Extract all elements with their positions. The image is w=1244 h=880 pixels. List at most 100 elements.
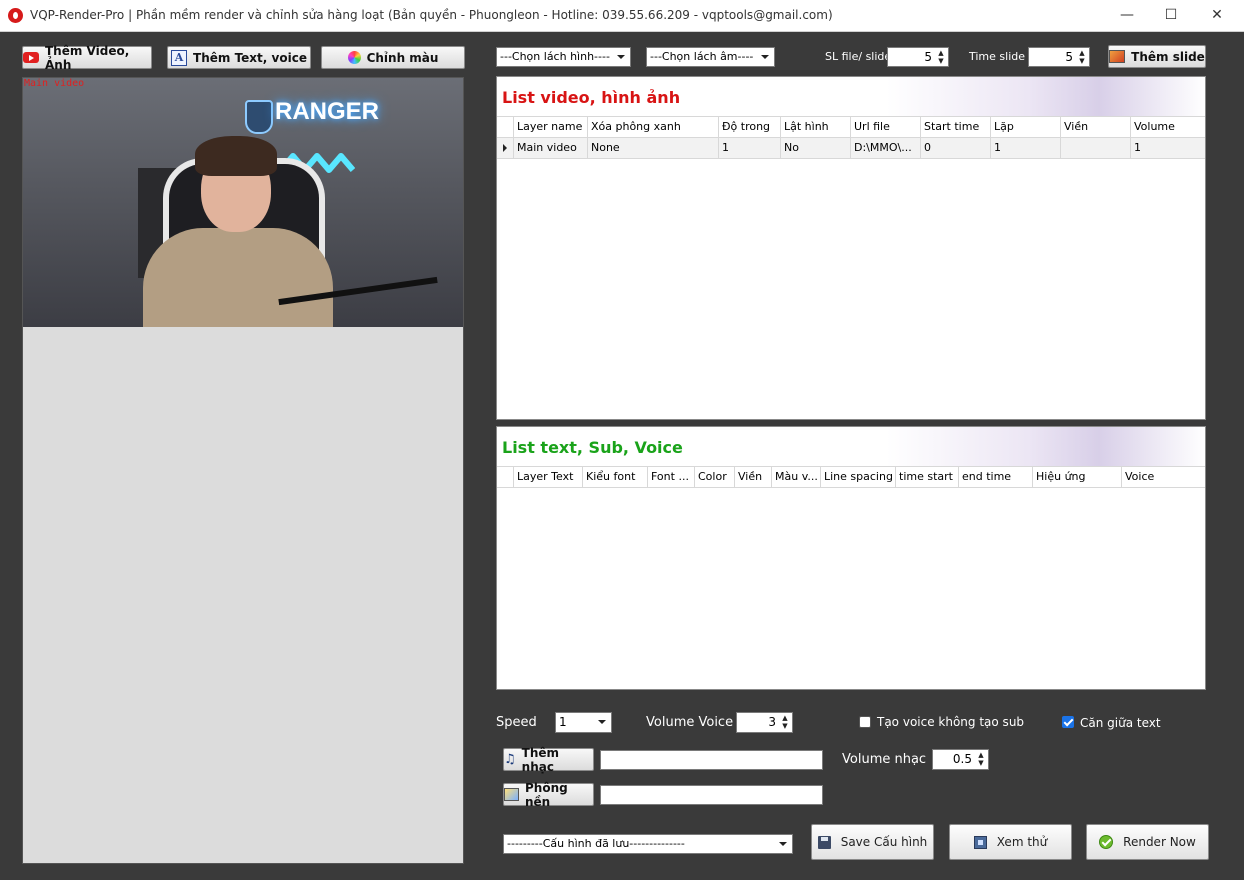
spinner-arrows-icon[interactable]: ▲ ▼ (780, 714, 790, 730)
add-music-button[interactable]: ♫ Thêm nhạc (503, 745, 594, 774)
column-header[interactable]: Độ trong (718, 117, 780, 137)
background-image-icon (504, 788, 519, 801)
video-list-panel: List video, hình ảnh Layer name Xóa phôn… (496, 76, 1206, 420)
table-cell[interactable] (1060, 138, 1130, 158)
table-cell[interactable]: None (587, 138, 718, 158)
volume-voice-spinner[interactable]: 3 ▲ ▼ (736, 712, 793, 733)
video-frame[interactable]: RANGER Main video (23, 78, 463, 327)
column-header[interactable]: Url file (850, 117, 920, 137)
title-bar: VQP-Render-Pro | Phần mềm render và chỉn… (0, 0, 1244, 32)
volume-music-spinner[interactable]: 0.5 ▲ ▼ (932, 749, 989, 770)
color-adjust-label: Chỉnh màu (366, 50, 439, 65)
app-icon (8, 8, 23, 23)
column-header[interactable]: Layer Text (513, 467, 582, 487)
background-label: Phông nền (525, 780, 568, 809)
text-list-grid[interactable]: Layer Text Kiểu font Font ... Color Viền… (497, 466, 1205, 488)
render-now-label: Render Now (1123, 835, 1196, 849)
audio-transition-select[interactable]: ---Chọn lách âm---- (646, 47, 775, 67)
column-header[interactable]: Hiệu ứng (1032, 467, 1121, 487)
voice-no-sub-label: Tạo voice không tạo sub (877, 715, 1025, 729)
time-slide-label: Time slide (969, 50, 1026, 63)
add-slide-button[interactable]: Thêm slide (1108, 45, 1206, 68)
image-transition-value: ---Chọn lách hình---- (500, 50, 610, 63)
table-cell[interactable]: 1 (1130, 138, 1205, 158)
add-music-label: Thêm nhạc (521, 745, 560, 774)
column-header[interactable]: Lặp (990, 117, 1060, 137)
column-header[interactable]: Lật hình (780, 117, 850, 137)
row-selector[interactable] (497, 138, 513, 158)
table-cell[interactable]: Main video (513, 138, 587, 158)
layer-overlay-label: Main video (24, 78, 85, 89)
render-now-button[interactable]: Render Now (1086, 824, 1209, 860)
add-text-label: Thêm Text, voice (193, 50, 307, 65)
preview-canvas[interactable]: RANGER Main video (22, 77, 464, 864)
table-cell[interactable]: 1 (718, 138, 780, 158)
window-title: VQP-Render-Pro | Phần mềm render và chỉn… (30, 8, 833, 22)
speed-value: 1 (559, 715, 567, 729)
save-config-button[interactable]: Save Cấu hình (811, 824, 934, 860)
table-row[interactable]: Main video None 1 No D:\MMO\... 0 1 1 (497, 138, 1205, 159)
background-button[interactable]: Phông nền (503, 780, 594, 809)
add-video-button[interactable]: Thêm Video, Ảnh (22, 44, 152, 72)
text-list-header: List text, Sub, Voice (497, 427, 1205, 466)
row-pointer-icon (503, 144, 507, 152)
speed-select[interactable]: 1 (555, 712, 612, 733)
files-per-slide-value: 5 (924, 50, 932, 64)
time-slide-value: 5 (1065, 50, 1073, 64)
spinner-arrows-icon[interactable]: ▲ ▼ (976, 751, 986, 767)
add-slide-label: Thêm slide (1131, 49, 1205, 64)
background-path-input[interactable] (600, 785, 823, 805)
column-header[interactable]: Viền (734, 467, 771, 487)
column-header[interactable]: Xóa phông xanh (587, 117, 718, 137)
close-button[interactable]: ✕ (1194, 0, 1240, 31)
floppy-disk-icon (817, 835, 831, 849)
column-header[interactable]: time start (895, 467, 958, 487)
table-cell[interactable]: No (780, 138, 850, 158)
table-cell[interactable]: 1 (990, 138, 1060, 158)
check-circle-icon (1099, 835, 1114, 849)
column-header[interactable]: Kiểu font (582, 467, 647, 487)
column-header[interactable]: Màu v... (771, 467, 820, 487)
column-header[interactable]: Layer name (513, 117, 587, 137)
video-list-grid[interactable]: Layer name Xóa phông xanh Độ trong Lật h… (497, 116, 1205, 159)
text-list-title: List text, Sub, Voice (502, 438, 683, 457)
video-list-header: List video, hình ảnh (497, 77, 1205, 116)
image-transition-select[interactable]: ---Chọn lách hình---- (496, 47, 631, 67)
maximize-button[interactable]: ☐ (1148, 0, 1194, 31)
column-header[interactable]: Voice (1121, 467, 1205, 487)
video-list-title: List video, hình ảnh (502, 88, 681, 107)
music-note-icon: ♫ (504, 752, 516, 767)
spinner-arrows-icon[interactable]: ▲ ▼ (936, 49, 946, 65)
music-path-input[interactable] (600, 750, 823, 770)
column-header[interactable]: Line spacing (820, 467, 895, 487)
spinner-arrows-icon[interactable]: ▲ ▼ (1077, 49, 1087, 65)
files-per-slide-label: SL file/ slide (825, 50, 892, 63)
column-header[interactable]: end time (958, 467, 1032, 487)
column-header[interactable]: Color (694, 467, 734, 487)
column-header[interactable]: Viền (1060, 117, 1130, 137)
files-per-slide-spinner[interactable]: 5 ▲ ▼ (887, 47, 949, 67)
neon-sign-text: RANGER (275, 98, 380, 125)
column-header[interactable]: Start time (920, 117, 990, 137)
column-header[interactable]: Font ... (647, 467, 694, 487)
color-wheel-icon (347, 51, 361, 64)
film-icon (973, 835, 987, 849)
voice-no-sub-checkbox[interactable] (859, 716, 871, 728)
minimize-button[interactable]: — (1104, 0, 1150, 31)
add-text-button[interactable]: A Thêm Text, voice (167, 46, 311, 69)
person-body-image (143, 228, 333, 327)
center-text-checkbox[interactable] (1062, 716, 1074, 728)
preview-label: Xem thử (996, 835, 1048, 849)
speed-label: Speed (496, 715, 537, 730)
table-cell[interactable]: 0 (920, 138, 990, 158)
table-cell[interactable]: D:\MMO\... (850, 138, 920, 158)
volume-voice-value: 3 (768, 715, 776, 729)
time-slide-spinner[interactable]: 5 ▲ ▼ (1028, 47, 1090, 67)
chevron-down-icon (761, 55, 769, 59)
chevron-down-icon (598, 720, 606, 724)
saved-config-select[interactable]: ---------Cấu hình đã lưu-------------- (503, 834, 793, 854)
color-adjust-button[interactable]: Chỉnh màu (321, 46, 465, 69)
column-header[interactable]: Volume (1130, 117, 1205, 137)
preview-button[interactable]: Xem thử (949, 824, 1072, 860)
center-text-label: Căn giữa text (1080, 716, 1161, 730)
